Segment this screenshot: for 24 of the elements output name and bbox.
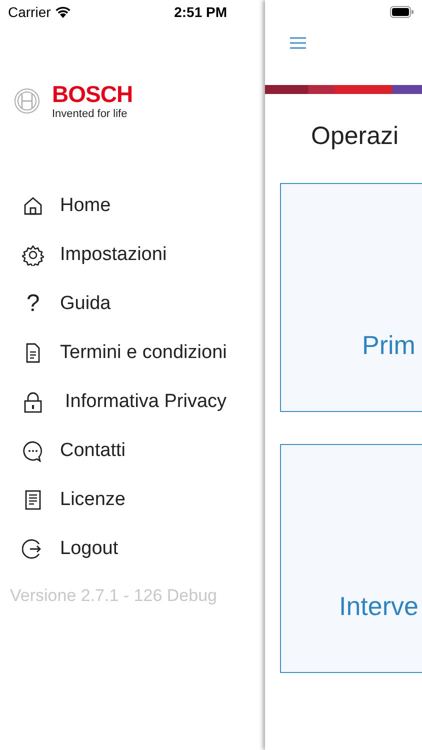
chat-icon	[22, 440, 44, 462]
brand-tagline: Invented for life	[52, 108, 128, 120]
brand-name: BOSCH	[52, 82, 133, 106]
menu-item[interactable]: Informativa Privacy	[65, 390, 227, 412]
logo-icon	[14, 88, 40, 114]
menu-item[interactable]: Impostazioni	[60, 244, 167, 266]
status-time: 2:51 PM	[174, 4, 227, 20]
page-title: Operazi	[311, 122, 400, 151]
menu-item[interactable]: Guida	[60, 292, 111, 314]
menu-item[interactable]: Logout	[60, 538, 118, 560]
home-icon	[22, 194, 44, 216]
lock-icon	[22, 390, 44, 412]
menu-icon[interactable]	[289, 36, 307, 50]
carrier-label: Carrier	[8, 4, 51, 20]
question-mark-icon: ?	[22, 290, 44, 318]
battery-icon	[390, 6, 414, 18]
operation-card[interactable]: Prim	[280, 183, 422, 412]
menu-item[interactable]: Contatti	[60, 440, 126, 462]
menu-item[interactable]: Home	[60, 194, 111, 216]
menu-item[interactable]: Licenze	[60, 488, 126, 510]
wifi-icon	[54, 6, 71, 18]
gear-icon	[22, 244, 44, 266]
operation-card[interactable]: Interve	[280, 444, 422, 673]
menu-item[interactable]: Termini e condizioni	[60, 342, 227, 364]
